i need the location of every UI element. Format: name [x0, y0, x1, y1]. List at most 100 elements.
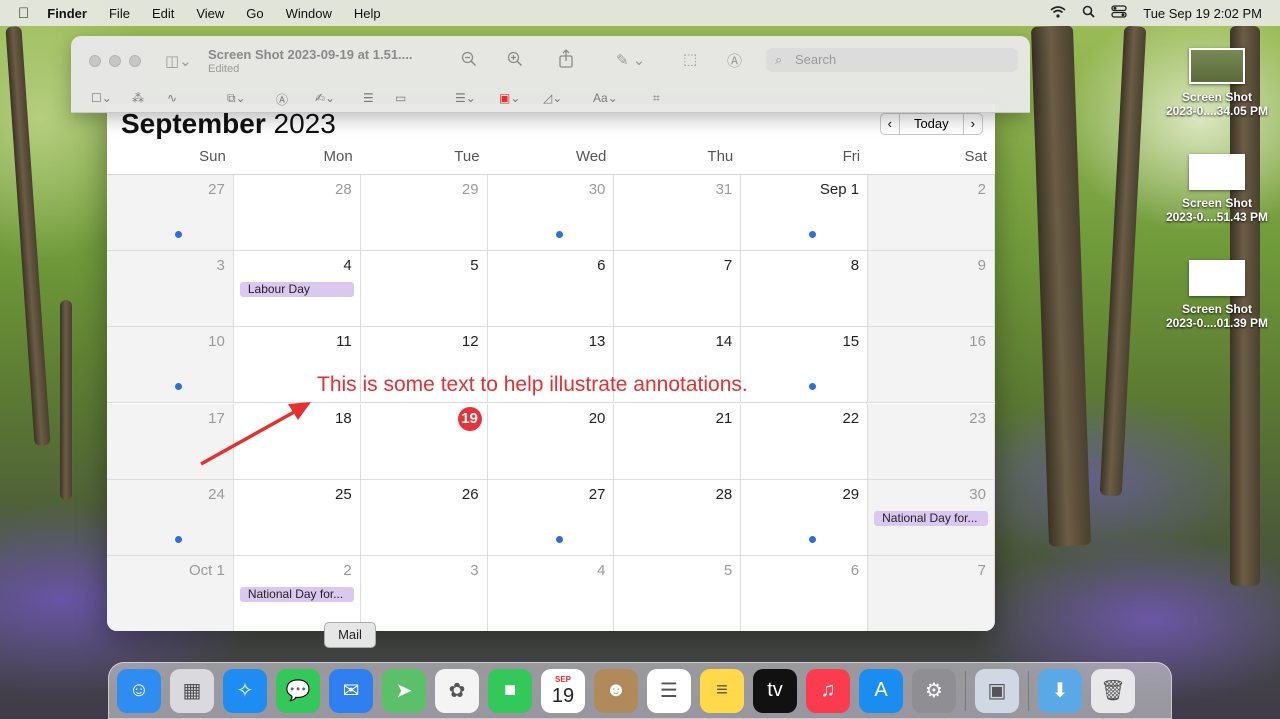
messages-icon[interactable]: 💬: [276, 668, 320, 713]
crop-icon[interactable]: ⌗: [653, 91, 660, 106]
next-month-button[interactable]: ›: [964, 114, 982, 134]
day-cell[interactable]: 2 National Day for...: [233, 555, 361, 631]
reminders-icon[interactable]: ☰: [647, 668, 691, 713]
day-cell[interactable]: 30: [487, 175, 615, 252]
sketch-icon[interactable]: ∿: [167, 91, 177, 105]
day-cell[interactable]: 16: [868, 327, 995, 404]
day-cell[interactable]: 26: [360, 479, 488, 556]
sign-icon[interactable]: ✍⌄: [315, 91, 335, 105]
calendar-event[interactable]: National Day for...: [239, 586, 354, 602]
music-icon[interactable]: ♫: [806, 668, 850, 713]
desktop-file-screenshot-1[interactable]: Screen Shot 2023-0....34.05 PM: [1162, 48, 1272, 118]
control-center-icon[interactable]: [1111, 5, 1127, 21]
day-cell[interactable]: 7: [868, 555, 995, 631]
day-cell[interactable]: 5: [360, 251, 488, 328]
launchpad-icon[interactable]: ▦: [170, 668, 214, 713]
markup-toolbar-icon[interactable]: Ⓐ: [727, 50, 742, 71]
day-cell[interactable]: 21: [614, 403, 742, 480]
apple-menu-icon[interactable]: : [18, 5, 29, 22]
menu-help[interactable]: Help: [354, 6, 381, 21]
day-cell[interactable]: 2: [868, 175, 995, 252]
adjust-color-icon[interactable]: ☰: [363, 91, 374, 105]
notes-icon[interactable]: ≡: [700, 668, 744, 713]
today-button[interactable]: Today: [898, 114, 964, 134]
day-cell[interactable]: 6: [741, 555, 869, 631]
rotate-icon[interactable]: ⬚: [683, 50, 697, 68]
day-cell[interactable]: 27: [487, 479, 615, 556]
contacts-icon[interactable]: ☻: [594, 668, 638, 713]
day-cell[interactable]: 4: [487, 555, 615, 631]
day-cell[interactable]: 3: [360, 555, 488, 631]
rectangular-selection-icon[interactable]: ☐⌄: [91, 91, 112, 105]
day-cell[interactable]: 31: [614, 175, 742, 252]
spotlight-search-icon[interactable]: [1082, 5, 1095, 21]
day-cell[interactable]: 22: [741, 403, 869, 480]
line-style-icon[interactable]: ☰⌄: [455, 91, 476, 105]
day-cell[interactable]: 30 National Day for...: [868, 479, 995, 556]
downloads-folder-icon[interactable]: ⬇: [1038, 668, 1082, 713]
day-cell[interactable]: 8: [741, 251, 869, 328]
day-cell[interactable]: 23: [868, 403, 995, 480]
menu-go[interactable]: Go: [246, 6, 263, 21]
day-cell[interactable]: 17: [107, 403, 234, 480]
minimize-window-button[interactable]: [109, 55, 121, 67]
instant-alpha-icon[interactable]: ⁂: [132, 91, 144, 105]
shapes-icon[interactable]: ⧉⌄: [227, 91, 246, 106]
day-cell[interactable]: 10: [107, 327, 234, 404]
day-cell[interactable]: 25: [233, 479, 361, 556]
menu-view[interactable]: View: [196, 6, 224, 21]
app-store-icon[interactable]: A: [859, 668, 903, 713]
text-style-icon[interactable]: Aa⌄: [593, 91, 618, 105]
day-cell[interactable]: 6: [487, 251, 615, 328]
day-cell[interactable]: 19: [360, 403, 488, 480]
desktop-file-screenshot-2[interactable]: Screen Shot 2023-0....51.43 PM: [1162, 154, 1272, 224]
trash-icon[interactable]: 🗑: [1091, 668, 1135, 713]
finder-icon[interactable]: ☺: [117, 668, 161, 713]
facetime-icon[interactable]: ■: [488, 668, 532, 713]
apple-tv-icon[interactable]: tv: [753, 668, 797, 713]
preview-icon[interactable]: ▣: [975, 668, 1019, 713]
system-preferences-icon[interactable]: ⚙: [912, 668, 956, 713]
day-cell[interactable]: 4 Labour Day: [233, 251, 361, 328]
day-cell[interactable]: 7: [614, 251, 742, 328]
day-cell[interactable]: 24: [107, 479, 234, 556]
sidebar-toggle-icon[interactable]: ◫⌄: [165, 52, 192, 70]
day-cell[interactable]: 28: [614, 479, 742, 556]
fill-color-icon[interactable]: ◿⌄: [543, 91, 562, 105]
photos-icon[interactable]: ✿: [435, 668, 479, 713]
day-cell[interactable]: 27: [107, 175, 234, 252]
day-cell[interactable]: 28: [233, 175, 361, 252]
calendar-icon[interactable]: SEP 19: [541, 668, 585, 713]
zoom-in-icon[interactable]: [507, 51, 523, 71]
prev-month-button[interactable]: ‹: [881, 114, 899, 134]
mail-icon[interactable]: ✉: [329, 668, 373, 713]
menu-file[interactable]: File: [109, 6, 130, 21]
calendar-event[interactable]: Labour Day: [239, 282, 354, 298]
day-cell[interactable]: 29: [741, 479, 869, 556]
day-cell[interactable]: Oct 1: [107, 555, 234, 631]
wifi-icon[interactable]: [1050, 5, 1066, 21]
zoom-window-button[interactable]: [129, 55, 141, 67]
menu-app-name[interactable]: Finder: [47, 6, 87, 21]
document-title[interactable]: Screen Shot 2023-09-19 at 1.51....: [208, 47, 413, 62]
day-cell[interactable]: 29: [360, 175, 488, 252]
day-cell[interactable]: 15: [741, 327, 869, 404]
menu-window[interactable]: Window: [286, 6, 332, 21]
desktop-file-screenshot-3[interactable]: Screen Shot 2023-0....01.39 PM: [1162, 260, 1272, 330]
border-color-icon[interactable]: ▣⌄: [499, 91, 520, 105]
text-box-icon[interactable]: Ⓐ: [276, 91, 288, 108]
search-field[interactable]: ⌕ Search: [766, 48, 1018, 72]
safari-icon[interactable]: ✧: [223, 668, 267, 713]
day-cell[interactable]: 18: [233, 403, 361, 480]
day-cell[interactable]: 9: [868, 251, 995, 328]
share-icon[interactable]: [558, 49, 574, 72]
day-cell[interactable]: 5: [614, 555, 742, 631]
day-cell[interactable]: 20: [487, 403, 615, 480]
close-window-button[interactable]: [89, 55, 101, 67]
menubar-clock[interactable]: Tue Sep 19 2:02 PM: [1143, 6, 1262, 21]
markup-pen-icon[interactable]: ✎ ⌄: [616, 51, 645, 69]
calendar-event[interactable]: National Day for...: [874, 510, 988, 526]
adjust-size-icon[interactable]: ▭: [395, 91, 406, 105]
menu-edit[interactable]: Edit: [152, 6, 174, 21]
day-cell[interactable]: Sep 1: [741, 175, 869, 252]
